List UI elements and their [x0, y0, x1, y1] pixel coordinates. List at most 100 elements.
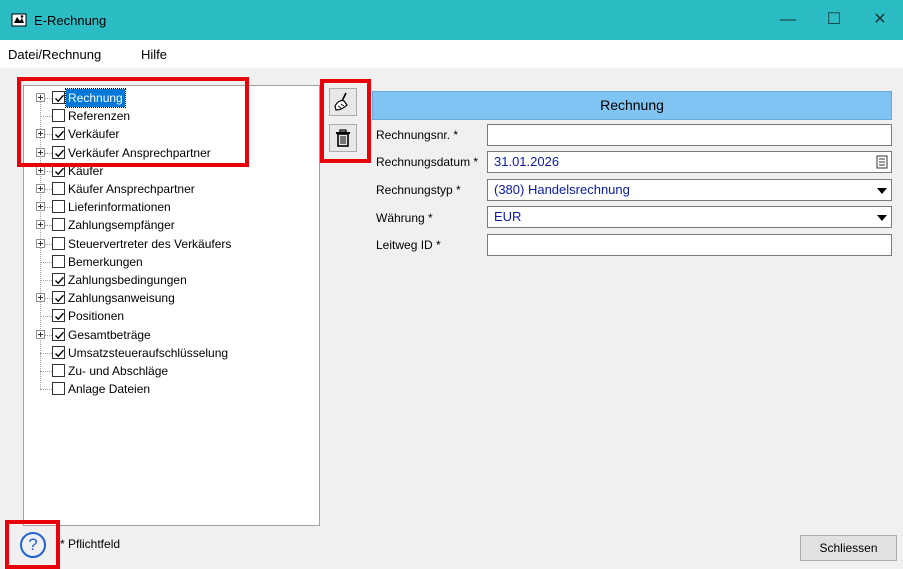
- tree-item-label: Käufer Ansprechpartner: [68, 182, 195, 196]
- tree-item-label: Positionen: [68, 309, 125, 324]
- expand-icon[interactable]: [36, 220, 45, 230]
- chevron-down-icon[interactable]: [874, 208, 890, 226]
- tree-item-label: Zu- und Abschläge: [68, 364, 169, 378]
- tree-item-label: Zahlungsanweisung: [68, 291, 175, 306]
- tree-item[interactable]: Rechnung: [24, 88, 314, 108]
- rechnungsdatum-input[interactable]: 31.01.2026: [487, 151, 892, 173]
- trash-icon: [336, 129, 350, 147]
- rechnungsdatum-value: 31.01.2026: [494, 154, 560, 169]
- tree-item[interactable]: Käufer Ansprechpartner: [24, 180, 314, 198]
- tree-item[interactable]: Positionen: [24, 307, 314, 325]
- tree-item-label: Rechnung: [65, 88, 126, 108]
- checkbox-checked[interactable]: [52, 127, 65, 141]
- tree-item[interactable]: Anlage Dateien: [24, 380, 314, 398]
- form-header: Rechnung: [372, 91, 892, 120]
- checkbox[interactable]: [52, 236, 65, 250]
- tree-item[interactable]: Zahlungsanweisung: [24, 289, 314, 307]
- rechnungstyp-value: (380) Handelsrechnung: [494, 182, 630, 197]
- tree-item-label: Zahlungsempfänger: [68, 218, 175, 233]
- tree-item[interactable]: Käufer: [24, 162, 314, 180]
- tree-item-label: Lieferinformationen: [68, 200, 171, 215]
- menu-bar: Datei/Rechnung Hilfe: [0, 40, 903, 68]
- expand-icon[interactable]: [36, 238, 45, 248]
- tree-item[interactable]: Referenzen: [24, 107, 314, 125]
- chevron-down-icon[interactable]: [874, 181, 890, 199]
- tree-item[interactable]: Steuervertreter des Verkäufers: [24, 235, 314, 253]
- label-leitweg-id: Leitweg ID *: [376, 238, 441, 252]
- tree-item-label: Umsatzsteueraufschlüsselung: [68, 345, 229, 360]
- schliessen-button[interactable]: Schliessen: [800, 535, 897, 561]
- tree-item[interactable]: Zu- und Abschläge: [24, 362, 314, 380]
- menu-datei-rechnung[interactable]: Datei/Rechnung: [8, 47, 101, 62]
- tree-item-label: Gesamtbeträge: [68, 327, 151, 342]
- delete-button[interactable]: [329, 124, 357, 152]
- expand-icon[interactable]: [36, 93, 45, 102]
- required-note: * Pflichtfeld: [60, 537, 121, 551]
- clear-button[interactable]: [329, 88, 357, 116]
- tree-item[interactable]: Verkäufer: [24, 125, 314, 143]
- checkbox[interactable]: [52, 254, 65, 268]
- tree-connector: [40, 261, 52, 263]
- checkbox[interactable]: [52, 218, 65, 232]
- tree-item[interactable]: Zahlungsempfänger: [24, 216, 314, 234]
- rechnungstyp-select[interactable]: (380) Handelsrechnung: [487, 179, 892, 201]
- tree-item[interactable]: Zahlungsbedingungen: [24, 271, 314, 289]
- waehrung-value: EUR: [494, 209, 522, 224]
- minimize-button[interactable]: —: [765, 0, 811, 40]
- tree-connector: [40, 352, 52, 354]
- checkbox[interactable]: [52, 382, 65, 396]
- maximize-button[interactable]: ☐: [811, 0, 857, 40]
- tree-item-label: Referenzen: [68, 109, 131, 124]
- window-title: E-Rechnung: [34, 13, 107, 28]
- expand-icon[interactable]: [36, 184, 45, 193]
- label-rechnungsnr: Rechnungsnr. *: [376, 128, 459, 142]
- checkbox[interactable]: [52, 200, 65, 214]
- checkbox-checked[interactable]: [52, 145, 65, 159]
- close-window-button[interactable]: ✕: [857, 0, 903, 40]
- tree-item-label: Bemerkungen: [68, 254, 143, 269]
- rechnungsnr-input[interactable]: [487, 124, 892, 146]
- tree-item[interactable]: Bemerkungen: [24, 253, 314, 271]
- checkbox-checked[interactable]: [52, 163, 65, 177]
- title-bar: E-Rechnung — ☐ ✕: [0, 0, 903, 40]
- expand-icon[interactable]: [36, 129, 45, 139]
- label-rechnungstyp: Rechnungstyp *: [376, 183, 461, 197]
- help-icon: ?: [28, 535, 38, 554]
- tree-item[interactable]: Gesamtbeträge: [24, 326, 314, 344]
- checkbox[interactable]: [52, 364, 65, 377]
- tree-item-label: Verkäufer Ansprechpartner: [68, 145, 211, 160]
- broom-icon: [334, 92, 348, 111]
- tree-item[interactable]: Verkäufer Ansprechpartner: [24, 144, 314, 162]
- expand-icon[interactable]: [36, 147, 45, 157]
- tree-item-label: Verkäufer: [68, 127, 120, 142]
- expand-icon[interactable]: [36, 293, 45, 303]
- tree-connector: [40, 316, 52, 318]
- tree-connector: [40, 280, 52, 281]
- checkbox-checked[interactable]: [52, 273, 65, 286]
- tree-connector: [40, 389, 52, 391]
- checkbox-checked[interactable]: [52, 309, 65, 323]
- tree-item-label: Käufer: [68, 163, 104, 178]
- help-button[interactable]: ?: [20, 532, 46, 558]
- tree-connector: [40, 371, 52, 372]
- expand-icon[interactable]: [36, 329, 45, 339]
- calendar-icon[interactable]: [874, 153, 890, 171]
- label-rechnungsdatum: Rechnungsdatum *: [376, 155, 479, 169]
- checkbox-checked[interactable]: [52, 91, 65, 104]
- expand-icon[interactable]: [36, 202, 45, 212]
- menu-hilfe[interactable]: Hilfe: [141, 47, 167, 62]
- label-waehrung: Währung *: [376, 211, 433, 225]
- checkbox[interactable]: [52, 109, 65, 123]
- section-tree[interactable]: Rechnung Referenzen Verkäufer Verkäufer Ans…: [23, 85, 320, 526]
- tree-item-label: Zahlungsbedingungen: [68, 273, 187, 287]
- checkbox-checked[interactable]: [52, 345, 65, 359]
- app-icon: [11, 13, 27, 27]
- expand-icon[interactable]: [36, 165, 45, 175]
- waehrung-select[interactable]: EUR: [487, 206, 892, 228]
- leitweg-id-input[interactable]: [487, 234, 892, 256]
- tree-item[interactable]: Lieferinformationen: [24, 198, 314, 216]
- checkbox-checked[interactable]: [52, 291, 65, 305]
- checkbox[interactable]: [52, 182, 65, 195]
- tree-item[interactable]: Umsatzsteueraufschlüsselung: [24, 344, 314, 362]
- checkbox-checked[interactable]: [52, 327, 65, 341]
